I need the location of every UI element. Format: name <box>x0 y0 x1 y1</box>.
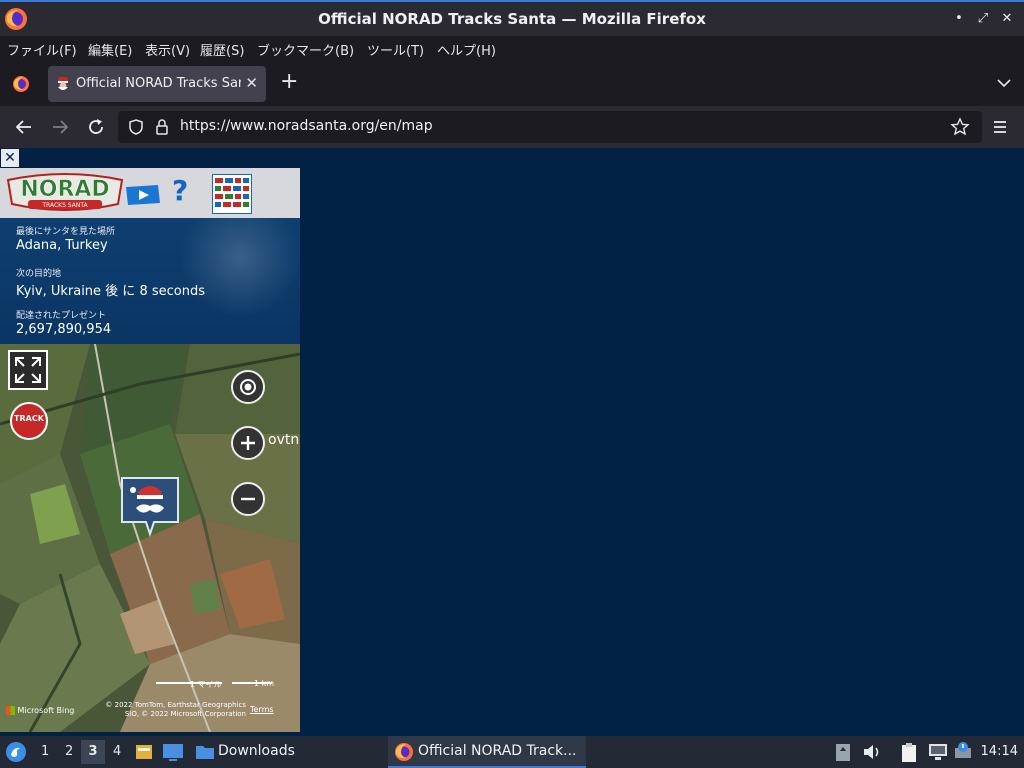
list-all-tabs-icon[interactable] <box>996 75 1012 91</box>
file-manager-icon[interactable] <box>134 742 154 762</box>
zoom-in-button[interactable] <box>231 426 265 460</box>
tab-close-icon[interactable]: ✕ <box>245 74 258 92</box>
app-menu-icon[interactable] <box>989 116 1011 138</box>
tracking-protection-icon[interactable] <box>127 118 145 136</box>
clock: 14:14 <box>980 744 1018 759</box>
last-seen-value: Adana, Turkey <box>16 238 108 253</box>
nav-bar: https://www.noradsanta.org/en/map <box>0 106 1024 148</box>
workspace-1[interactable]: 1 <box>41 744 49 759</box>
panel-header: NORAD TRACKS SANTA ? <box>0 168 300 218</box>
bing-label: Microsoft Bing <box>17 706 75 715</box>
menu-view[interactable]: 表示(V) <box>145 40 190 59</box>
clipboard-tray-icon[interactable] <box>835 742 851 762</box>
next-stop-value: Kyiv, Ukraine 後 に 8 seconds <box>16 284 205 299</box>
help-icon[interactable]: ? <box>172 174 188 207</box>
norad-logo[interactable]: NORAD TRACKS SANTA <box>4 170 126 214</box>
bing-logo: Microsoft Bing <box>6 706 86 715</box>
video-play-icon[interactable] <box>124 184 162 206</box>
menu-history[interactable]: 履歴(S) <box>200 40 244 59</box>
menu-help[interactable]: ヘルプ(H) <box>437 40 496 59</box>
tab-strip: Official NORAD Tracks Santa ✕ + <box>0 62 1024 106</box>
minimize-button[interactable]: • <box>950 10 968 28</box>
forward-button-icon[interactable] <box>49 116 71 138</box>
firefox-task-label: Official NORAD Track... <box>418 743 577 759</box>
gifts-value: 2,697,890,954 <box>16 322 112 337</box>
firefox-view-icon[interactable] <box>12 75 30 93</box>
url-bar[interactable]: https://www.noradsanta.org/en/map <box>118 111 982 143</box>
fullscreen-icon <box>15 357 41 383</box>
next-stop-label: 次の目的地 <box>16 269 62 279</box>
downloads-task[interactable]: Downloads <box>218 743 295 759</box>
volume-icon[interactable] <box>862 743 882 761</box>
menu-edit[interactable]: 編集(E) <box>88 40 132 59</box>
network-icon[interactable] <box>928 743 948 761</box>
target-icon <box>240 379 256 395</box>
zoom-out-button[interactable] <box>231 482 265 516</box>
tab-active[interactable]: Official NORAD Tracks Santa ✕ <box>48 66 266 102</box>
map-place-label: ovtne <box>268 432 300 448</box>
menu-file[interactable]: ファイル(F) <box>7 40 77 59</box>
track-badge-text: TRACK <box>14 414 44 423</box>
start-menu-icon[interactable] <box>5 741 27 763</box>
tab-title: Official NORAD Tracks Santa <box>76 76 241 91</box>
santa-favicon-icon <box>58 77 68 90</box>
track-santa-badge[interactable]: TRACK <box>10 402 48 440</box>
menu-bookmarks[interactable]: ブックマーク(B) <box>257 40 354 59</box>
window-titlebar: Official NORAD Tracks Santa — Mozilla Fi… <box>0 0 1024 36</box>
update-notifier-icon[interactable] <box>954 741 974 761</box>
locate-santa-button[interactable] <box>231 370 265 404</box>
game-menu-icon[interactable] <box>212 174 252 214</box>
back-button-icon[interactable] <box>13 116 35 138</box>
firefox-task-icon <box>395 743 413 761</box>
reload-button-icon[interactable] <box>85 116 107 138</box>
logo-subtext: TRACKS SANTA <box>41 202 88 209</box>
taskbar: 1 2 3 4 Downloads Official NORAD Track..… <box>0 736 1024 768</box>
folder-icon[interactable] <box>195 743 215 761</box>
close-window-button[interactable]: ✕ <box>998 10 1016 28</box>
logo-text: NORAD <box>20 177 109 202</box>
firefox-task-button[interactable]: Official NORAD Track... <box>388 736 586 768</box>
close-panel-button[interactable]: ✕ <box>1 149 19 167</box>
map-attribution: © 2022 TomTom, Earthstar Geographics SIO… <box>105 701 246 718</box>
scale-miles-label: 1 マイル <box>190 680 222 689</box>
window-title: Official NORAD Tracks Santa — Mozilla Fi… <box>318 10 706 28</box>
gifts-label: 配達されたプレゼント <box>16 311 107 321</box>
workspace-4[interactable]: 4 <box>113 744 121 759</box>
terms-link[interactable]: Terms <box>250 705 274 714</box>
menu-tools[interactable]: ツール(T) <box>367 40 424 59</box>
desktop-icon[interactable] <box>162 742 184 762</box>
menu-bar: ファイル(F) 編集(E) 表示(V) 履歴(S) ブックマーク(B) ツール(… <box>0 36 1024 62</box>
minus-icon <box>241 497 255 501</box>
scale-km-label: 1 km <box>254 679 275 688</box>
satellite-map[interactable]: TRACK ovtne 1 マイル <box>0 344 300 732</box>
last-seen-label: 最後にサンタを見た場所 <box>16 227 116 237</box>
workspace-2[interactable]: 2 <box>65 744 73 759</box>
microsoft-logo-icon <box>6 706 15 715</box>
page-content: ✕ NORAD TRACKS SANTA ? 最後にサンタを見た場所 Adana… <box>0 148 1024 736</box>
bookmark-star-icon[interactable] <box>950 117 970 137</box>
new-tab-button[interactable]: + <box>280 71 298 93</box>
plus-icon <box>241 436 255 450</box>
fullscreen-button[interactable] <box>8 350 48 390</box>
maximize-button[interactable]: ⤢ <box>974 10 992 28</box>
santa-info-box: 最後にサンタを見た場所 Adana, Turkey 次の目的地 Kyiv, Uk… <box>0 218 300 344</box>
santa-marker-icon[interactable] <box>120 476 180 538</box>
workspace-3-active[interactable]: 3 <box>81 740 105 764</box>
url-text: https://www.noradsanta.org/en/map <box>180 118 433 134</box>
clipboard-manager-icon[interactable] <box>900 741 918 763</box>
lock-icon[interactable] <box>154 118 170 136</box>
